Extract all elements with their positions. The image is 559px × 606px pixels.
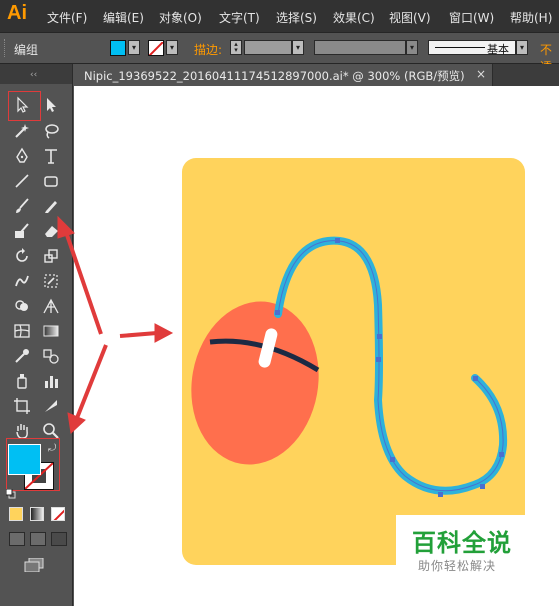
watermark-subtitle: 助你轻松解决 xyxy=(418,559,497,573)
anchor-point[interactable] xyxy=(390,457,395,462)
watermark-title: 百科全说 xyxy=(412,529,512,557)
annotation-arrowhead xyxy=(57,215,75,239)
annotation-arrowhead xyxy=(67,412,86,435)
anchor-point[interactable] xyxy=(438,492,443,497)
anchor-point[interactable] xyxy=(480,484,485,489)
annotation-arrow-up xyxy=(64,231,103,335)
anchor-point[interactable] xyxy=(377,334,382,339)
annotation-arrow-right xyxy=(119,331,158,338)
annotation-arrowhead xyxy=(154,323,174,343)
annotation-arrows xyxy=(57,215,174,435)
anchor-point[interactable] xyxy=(473,376,478,381)
anchor-point[interactable] xyxy=(275,310,280,315)
annotation-arrow-down xyxy=(75,344,108,419)
anchor-point[interactable] xyxy=(499,452,504,457)
anchor-point[interactable] xyxy=(335,238,340,243)
watermark: 百科全说 助你轻松解决 xyxy=(396,515,526,581)
anchor-point[interactable] xyxy=(376,357,381,362)
